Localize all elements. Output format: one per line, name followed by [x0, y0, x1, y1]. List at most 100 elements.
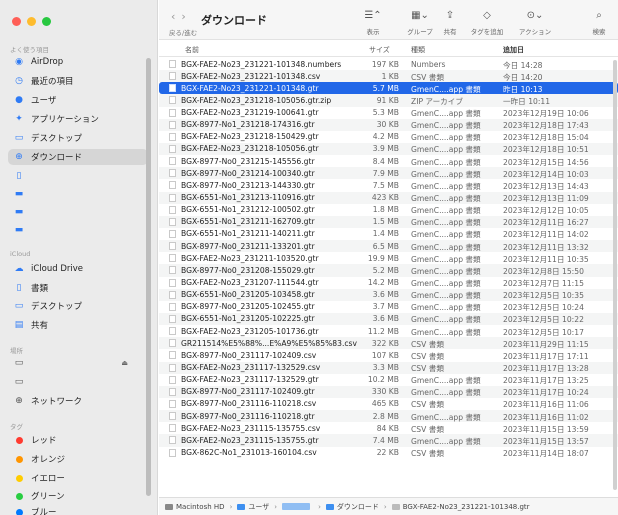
- file-name: BGX-FAE2-No23_231115-135755.csv: [181, 423, 321, 433]
- sidebar-item-folder-1[interactable]: ▬: [8, 186, 148, 202]
- sidebar-item-applications[interactable]: ✦ アプリケーション: [8, 111, 148, 127]
- path-item-disk[interactable]: Macintosh HD: [165, 503, 225, 511]
- share-button[interactable]: ⇪ 共有: [432, 10, 468, 36]
- file-row[interactable]: BGX-FAE2-No23_231117-132529.csv 3.3 MB CSV…: [159, 361, 618, 374]
- file-kind: GmenC....app 書類: [411, 145, 481, 155]
- sidebar-tag-orange[interactable]: オレンジ: [8, 451, 148, 467]
- file-row[interactable]: BGX-8977-No0_231117-102409.csv 107 KB CSV …: [159, 349, 618, 361]
- sidebar-item-icloud-drive[interactable]: ☁ iCloud Drive: [8, 261, 148, 277]
- file-row[interactable]: BGX-FAE2-No23_231218-105056.gtr.zip 91 KB…: [159, 94, 618, 107]
- column-name[interactable]: 名前: [185, 45, 199, 55]
- file-size: 197 KB: [371, 59, 399, 69]
- file-date-added: 2023年11月29日 11:15: [503, 339, 589, 349]
- file-row[interactable]: BGX-FAE2-No23_231218-150429.gtr 4.2 MB Gme…: [159, 131, 618, 143]
- file-row[interactable]: GR211514%E5%88%...E%A9%E5%85%83.csv 322 K…: [159, 337, 618, 350]
- sidebar-item-doc[interactable]: ▯: [8, 168, 148, 184]
- file-row[interactable]: BGX-8977-No0_231214-100340.gtr 7.9 MB Gmen…: [159, 167, 618, 180]
- sidebar-item-airdrop[interactable]: ◉ AirDrop: [8, 54, 148, 70]
- sidebar-item-documents[interactable]: ▯ 書類: [8, 280, 148, 296]
- file-row[interactable]: BGX-8977-No0_231211-133201.gtr 6.5 MB Gmen…: [159, 240, 618, 253]
- file-kind: CSV 書類: [411, 72, 444, 82]
- file-icon: [169, 254, 176, 263]
- file-icon: [169, 351, 176, 360]
- file-date-added: 2023年12月13日 11:09: [503, 194, 589, 204]
- column-size[interactable]: サイズ: [369, 45, 390, 55]
- file-row[interactable]: BGX-8977-No0_231117-102409.gtr 330 KB Gmen…: [159, 385, 618, 398]
- sidebar-item-downloads[interactable]: ⊕ ダウンロード: [8, 149, 148, 165]
- sidebar-tag-blue[interactable]: ブルー: [8, 504, 148, 515]
- file-row[interactable]: BGX-8977-No0_231208-155029.gtr 5.2 MB Gmen…: [159, 264, 618, 277]
- file-date-added: 2023年12月5日 10:17: [503, 327, 584, 337]
- sidebar-item-icloud-desktop[interactable]: ▭ デスクトップ: [8, 298, 148, 314]
- file-row[interactable]: BGX-6551-No1_231205-102225.gtr 3.6 MB Gmen…: [159, 312, 618, 326]
- file-row[interactable]: BGX-FAE2-No23_231205-101736.gtr 11.2 MB Gm…: [159, 325, 618, 337]
- file-row[interactable]: BGX-6551-No0_231205-103458.gtr 3.6 MB Gmen…: [159, 288, 618, 301]
- path-item-users[interactable]: ユーザ: [237, 502, 269, 512]
- file-row[interactable]: BGX-FAE2-No23_231207-111544.gtr 14.2 MB Gm…: [159, 277, 618, 289]
- minimize-window-button[interactable]: [27, 17, 36, 26]
- sidebar-tag-green[interactable]: グリーン: [8, 488, 148, 504]
- path-item-home[interactable]: [282, 503, 313, 510]
- file-kind: GmenC....app 書類: [411, 279, 481, 289]
- file-row[interactable]: BGX-8977-No1_231218-174316.gtr 30 KB GmenC…: [159, 118, 618, 131]
- path-item-downloads[interactable]: ダウンロード: [325, 502, 379, 512]
- file-kind: GmenC....app 書類: [411, 254, 481, 264]
- column-date-added[interactable]: 追加日: [503, 45, 524, 55]
- file-row[interactable]: BGX-862C-No1_231013-160104.csv 22 KB CSV 書…: [159, 447, 618, 459]
- file-size: 3.9 MB: [372, 144, 399, 154]
- file-row[interactable]: BGX-8977-No0_231116-110218.csv 465 KB CSV …: [159, 398, 618, 410]
- view-button[interactable]: ☰⌃ 表示: [355, 10, 391, 36]
- sidebar-item-folder-3[interactable]: ▬: [8, 222, 148, 238]
- column-kind[interactable]: 種類: [411, 45, 425, 55]
- file-row[interactable]: BGX-8977-No0_231215-145556.gtr 8.4 MB Gmen…: [159, 155, 618, 167]
- file-row[interactable]: BGX-FAE2-No23_231218-105056.gtr 3.9 MB Gme…: [159, 142, 618, 156]
- file-row[interactable]: BGX-6551-No1_231211-162709.gtr 1.5 MB Gmen…: [159, 215, 618, 228]
- file-row[interactable]: BGX-FAE2-No23_231115-135755.csv 84 KB CSV …: [159, 422, 618, 434]
- file-row[interactable]: BGX-FAE2-No23_231221-101348.csv 1 KB CSV 書…: [159, 70, 618, 83]
- file-list-scrollbar[interactable]: [613, 60, 617, 490]
- file-row[interactable]: BGX-FAE2-No23_231221-101348.numbers 197 K…: [159, 58, 618, 70]
- eject-icon[interactable]: ⏏: [121, 359, 128, 367]
- toolbar: ‹› 戻る/進む ダウンロード ☰⌃ 表示 ▦⌄ グループ ⇪ 共有 ◇ タグを追加 ⊙…: [159, 0, 618, 40]
- file-row[interactable]: BGX-8977-No0_231205-102455.gtr 3.7 MB Gmen…: [159, 301, 618, 313]
- sidebar-tag-red[interactable]: レッド: [8, 432, 148, 448]
- sidebar-item-shared[interactable]: ▤ 共有: [8, 317, 148, 333]
- file-row[interactable]: BGX-8977-No0_231116-110218.gtr 2.8 MB Gmen…: [159, 410, 618, 423]
- sidebar-item-network[interactable]: ⊕ ネットワーク: [8, 393, 148, 409]
- file-row[interactable]: BGX-6551-No1_231211-140211.gtr 1.4 MB Gmen…: [159, 228, 618, 240]
- search-button[interactable]: ⌕ 検索: [581, 10, 617, 36]
- file-row[interactable]: BGX-FAE2-No23_231219-100641.gtr 5.3 MB Gme…: [159, 107, 618, 119]
- sidebar-item-recents[interactable]: ◷ 最近の項目: [8, 73, 148, 89]
- file-row[interactable]: BGX-FAE2-No23_231117-132529.gtr 10.2 MB Gm…: [159, 374, 618, 386]
- file-size: 5.2 MB: [372, 265, 399, 275]
- path-item-file[interactable]: BGX-FAE2-No23_231221-101348.gtr: [391, 503, 530, 511]
- computer-icon: ▭: [14, 377, 24, 387]
- back-forward-buttons[interactable]: ‹›: [171, 10, 192, 23]
- tags-section-label: タグ: [10, 423, 23, 431]
- file-size: 465 KB: [371, 399, 399, 409]
- sidebar-item-desktop[interactable]: ▭ デスクトップ: [8, 130, 148, 146]
- file-kind: GmenC....app 書類: [411, 291, 481, 301]
- file-icon: [169, 290, 176, 299]
- forward-arrow-icon[interactable]: ›: [181, 10, 191, 23]
- sidebar-tag-yellow[interactable]: イエロー: [8, 470, 148, 486]
- sidebar-item-user[interactable]: ● ユーザ: [8, 92, 148, 108]
- file-row[interactable]: BGX-FAE2-No23_231211-103520.gtr 19.9 MB Gm…: [159, 252, 618, 264]
- file-row[interactable]: BGX-FAE2-No23_231115-135755.gtr 7.4 MB Gme…: [159, 434, 618, 447]
- path-bar: Macintosh HD › ユーザ › › ダウンロード › BGX-FAE2…: [159, 497, 618, 515]
- back-arrow-icon[interactable]: ‹: [171, 10, 181, 23]
- file-row[interactable]: BGX-8977-No0_231213-144330.gtr 7.5 MB Gmen…: [159, 179, 618, 191]
- file-icon: [169, 96, 176, 105]
- sidebar-item-computer[interactable]: ▭: [8, 374, 148, 390]
- file-row[interactable]: BGX-6551-No1_231213-110916.gtr 423 KB Gmen…: [159, 191, 618, 204]
- sidebar-item-drive[interactable]: ▭ ⏏: [8, 355, 148, 371]
- file-row[interactable]: BGX-6551-No1_231212-100502.gtr 1.8 MB Gmen…: [159, 204, 618, 216]
- sidebar-item-folder-2[interactable]: ▬: [8, 204, 148, 220]
- action-button[interactable]: ⊙⌄ アクション: [517, 10, 553, 36]
- sidebar-scrollbar[interactable]: [146, 58, 151, 496]
- zoom-window-button[interactable]: [42, 17, 51, 26]
- file-row[interactable]: BGX-FAE2-No23_231221-101348.gtr 5.7 MB Gme…: [159, 82, 618, 95]
- close-window-button[interactable]: [12, 17, 21, 26]
- folder-icon: ▬: [14, 225, 24, 235]
- add-tag-button[interactable]: ◇ タグを追加: [469, 10, 505, 36]
